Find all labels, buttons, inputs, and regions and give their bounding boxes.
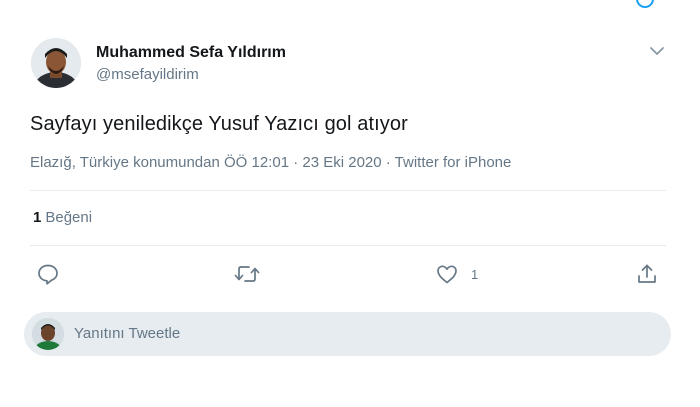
share-button[interactable] [635, 260, 659, 288]
author-name[interactable]: Muhammed Sefa Yıldırım [96, 44, 286, 62]
tweet-text: Sayfayı yeniledikçe Yusuf Yazıcı gol atı… [30, 113, 408, 135]
likes-stat[interactable]: 1 Beğeni [33, 209, 92, 226]
likes-count: 1 [33, 209, 42, 226]
like-count: 1 [471, 266, 479, 282]
divider [30, 245, 666, 246]
reply-icon [38, 264, 58, 285]
tweet-meta[interactable]: Elazığ, Türkiye konumundan ÖÖ 12:01 · 23… [30, 154, 511, 171]
retweet-button[interactable] [233, 260, 261, 288]
like-button[interactable]: 1 [435, 260, 478, 288]
user-avatar [32, 318, 64, 350]
heart-icon [437, 265, 457, 284]
tweet-detail: Muhammed Sefa Yıldırım @msefayildirim Sa… [0, 0, 700, 407]
reply-input[interactable]: Yanıtını Tweetle [74, 325, 180, 342]
reply-button[interactable] [36, 260, 60, 288]
retweet-icon [234, 266, 260, 282]
reply-composer[interactable]: Yanıtını Tweetle [24, 312, 671, 356]
author-avatar[interactable] [31, 38, 81, 88]
share-icon [638, 264, 656, 283]
divider [30, 190, 666, 191]
likes-label: Beğeni [45, 209, 93, 226]
chevron-down-icon[interactable] [647, 43, 667, 59]
author-handle[interactable]: @msefayildirim [96, 66, 199, 83]
